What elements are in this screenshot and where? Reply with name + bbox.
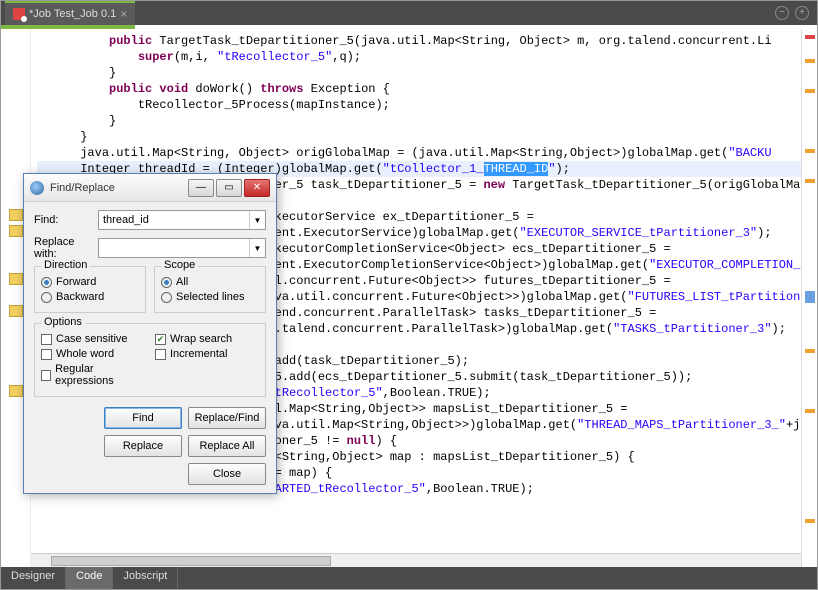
maximize-icon[interactable]: + [795, 6, 809, 20]
replace-all-button[interactable]: Replace All [188, 435, 266, 457]
overview-ruler[interactable] [801, 29, 817, 567]
radio-forward[interactable]: Forward [41, 276, 139, 288]
bottom-tabbar: Designer Code Jobscript [1, 567, 817, 589]
job-icon [13, 8, 25, 20]
close-dialog-button[interactable]: Close [188, 463, 266, 485]
tab-code[interactable]: Code [66, 567, 113, 589]
horizontal-scrollbar[interactable] [31, 553, 801, 567]
scope-group: Scope All Selected lines [154, 266, 266, 313]
warning-marker-icon [9, 385, 23, 397]
close-button[interactable]: ✕ [244, 179, 270, 197]
warning-marker-icon [9, 209, 23, 221]
checkbox-icon [155, 349, 166, 360]
direction-group: Direction Forward Backward [34, 266, 146, 313]
find-input[interactable] [99, 211, 249, 229]
check-incremental[interactable]: Incremental [155, 348, 259, 360]
find-label: Find: [34, 214, 92, 226]
check-wrap[interactable]: ✔Wrap search [155, 333, 259, 345]
options-group: Options Case sensitive Whole word Regula… [34, 323, 266, 397]
search-match: THREAD_ID [484, 162, 549, 176]
check-case[interactable]: Case sensitive [41, 333, 145, 345]
dialog-title: Find/Replace [50, 182, 182, 194]
chevron-down-icon[interactable]: ▼ [249, 211, 265, 229]
radio-backward[interactable]: Backward [41, 291, 139, 303]
replace-input[interactable] [99, 239, 249, 257]
warning-overview-icon [805, 179, 815, 183]
warning-marker-icon [9, 225, 23, 237]
file-tab[interactable]: *Job Test_Job 0.1 × [5, 1, 135, 25]
minimize-button[interactable]: — [188, 179, 214, 197]
maximize-button[interactable]: ▭ [216, 179, 242, 197]
warning-marker-icon [9, 305, 23, 317]
warning-overview-icon [805, 409, 815, 413]
radio-selected[interactable]: Selected lines [161, 291, 259, 303]
warning-overview-icon [805, 519, 815, 523]
tab-title: *Job Test_Job 0.1 [29, 8, 116, 20]
scrollbar-thumb[interactable] [51, 556, 331, 566]
close-icon[interactable]: × [120, 7, 127, 21]
replace-combo[interactable]: ▼ [98, 238, 266, 258]
warning-marker-icon [9, 273, 23, 285]
checkbox-icon [41, 334, 52, 345]
editor-tabbar: *Job Test_Job 0.1 × − + [1, 1, 817, 25]
replace-button[interactable]: Replace [104, 435, 182, 457]
warning-overview-icon [805, 59, 815, 63]
radio-icon [41, 277, 52, 288]
checkbox-icon [41, 370, 51, 381]
error-marker-icon [805, 35, 815, 39]
minimize-icon[interactable]: − [775, 6, 789, 20]
viewport-overview-icon [805, 291, 815, 303]
warning-overview-icon [805, 349, 815, 353]
radio-icon [41, 292, 52, 303]
check-whole[interactable]: Whole word [41, 348, 145, 360]
radio-icon [161, 277, 172, 288]
radio-icon [161, 292, 172, 303]
replace-label: Replace with: [34, 236, 92, 260]
warning-overview-icon [805, 89, 815, 93]
warning-overview-icon [805, 149, 815, 153]
replace-find-button[interactable]: Replace/Find [188, 407, 266, 429]
tab-jobscript[interactable]: Jobscript [113, 567, 178, 589]
dialog-titlebar[interactable]: Find/Replace — ▭ ✕ [24, 174, 276, 202]
find-combo[interactable]: ▼ [98, 210, 266, 230]
radio-all[interactable]: All [161, 276, 259, 288]
checkbox-icon: ✔ [155, 334, 166, 345]
find-button[interactable]: Find [104, 407, 182, 429]
chevron-down-icon[interactable]: ▼ [249, 239, 265, 257]
find-icon [30, 181, 44, 195]
check-regex[interactable]: Regular expressions [41, 363, 145, 387]
tab-designer[interactable]: Designer [1, 567, 66, 589]
find-replace-dialog: Find/Replace — ▭ ✕ Find: ▼ Replace with:… [23, 173, 277, 494]
checkbox-icon [41, 349, 52, 360]
